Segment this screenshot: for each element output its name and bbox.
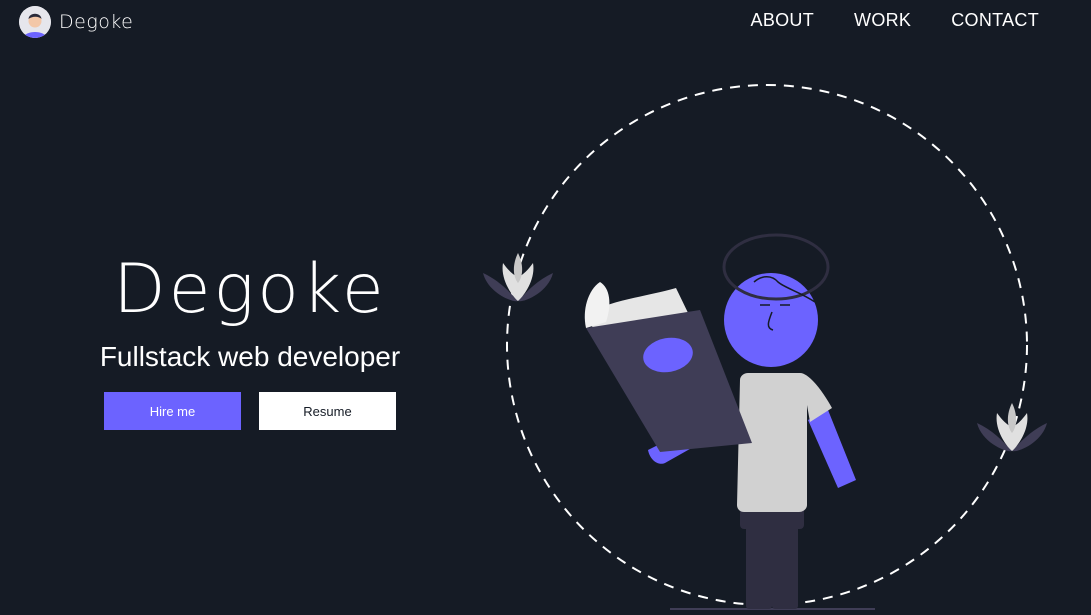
avatar-icon — [19, 6, 51, 38]
nav-contact-link[interactable]: CONTACT — [951, 10, 1039, 31]
page: Degoke ABOUT WORK CONTACT Degoke Fullsta… — [0, 0, 1091, 615]
hero-title: Degoke — [113, 250, 387, 329]
resume-button[interactable]: Resume — [259, 392, 396, 430]
hero-section: Degoke Fullstack web developer — [60, 250, 440, 374]
hire-me-button[interactable]: Hire me — [104, 392, 241, 430]
right-leaf-icon — [977, 403, 1047, 452]
reading-person-illustration — [483, 84, 1047, 610]
left-leaf-icon — [483, 253, 553, 302]
nav-about-link[interactable]: ABOUT — [751, 10, 815, 31]
nav-work-link[interactable]: WORK — [854, 10, 911, 31]
brand-logo-link[interactable]: Degoke — [19, 6, 133, 38]
hero-buttons: Hire me Resume — [104, 392, 396, 430]
brand-name: Degoke — [59, 11, 134, 33]
hero-subtitle: Fullstack web developer — [99, 341, 401, 372]
main-nav: ABOUT WORK CONTACT — [751, 10, 1039, 31]
